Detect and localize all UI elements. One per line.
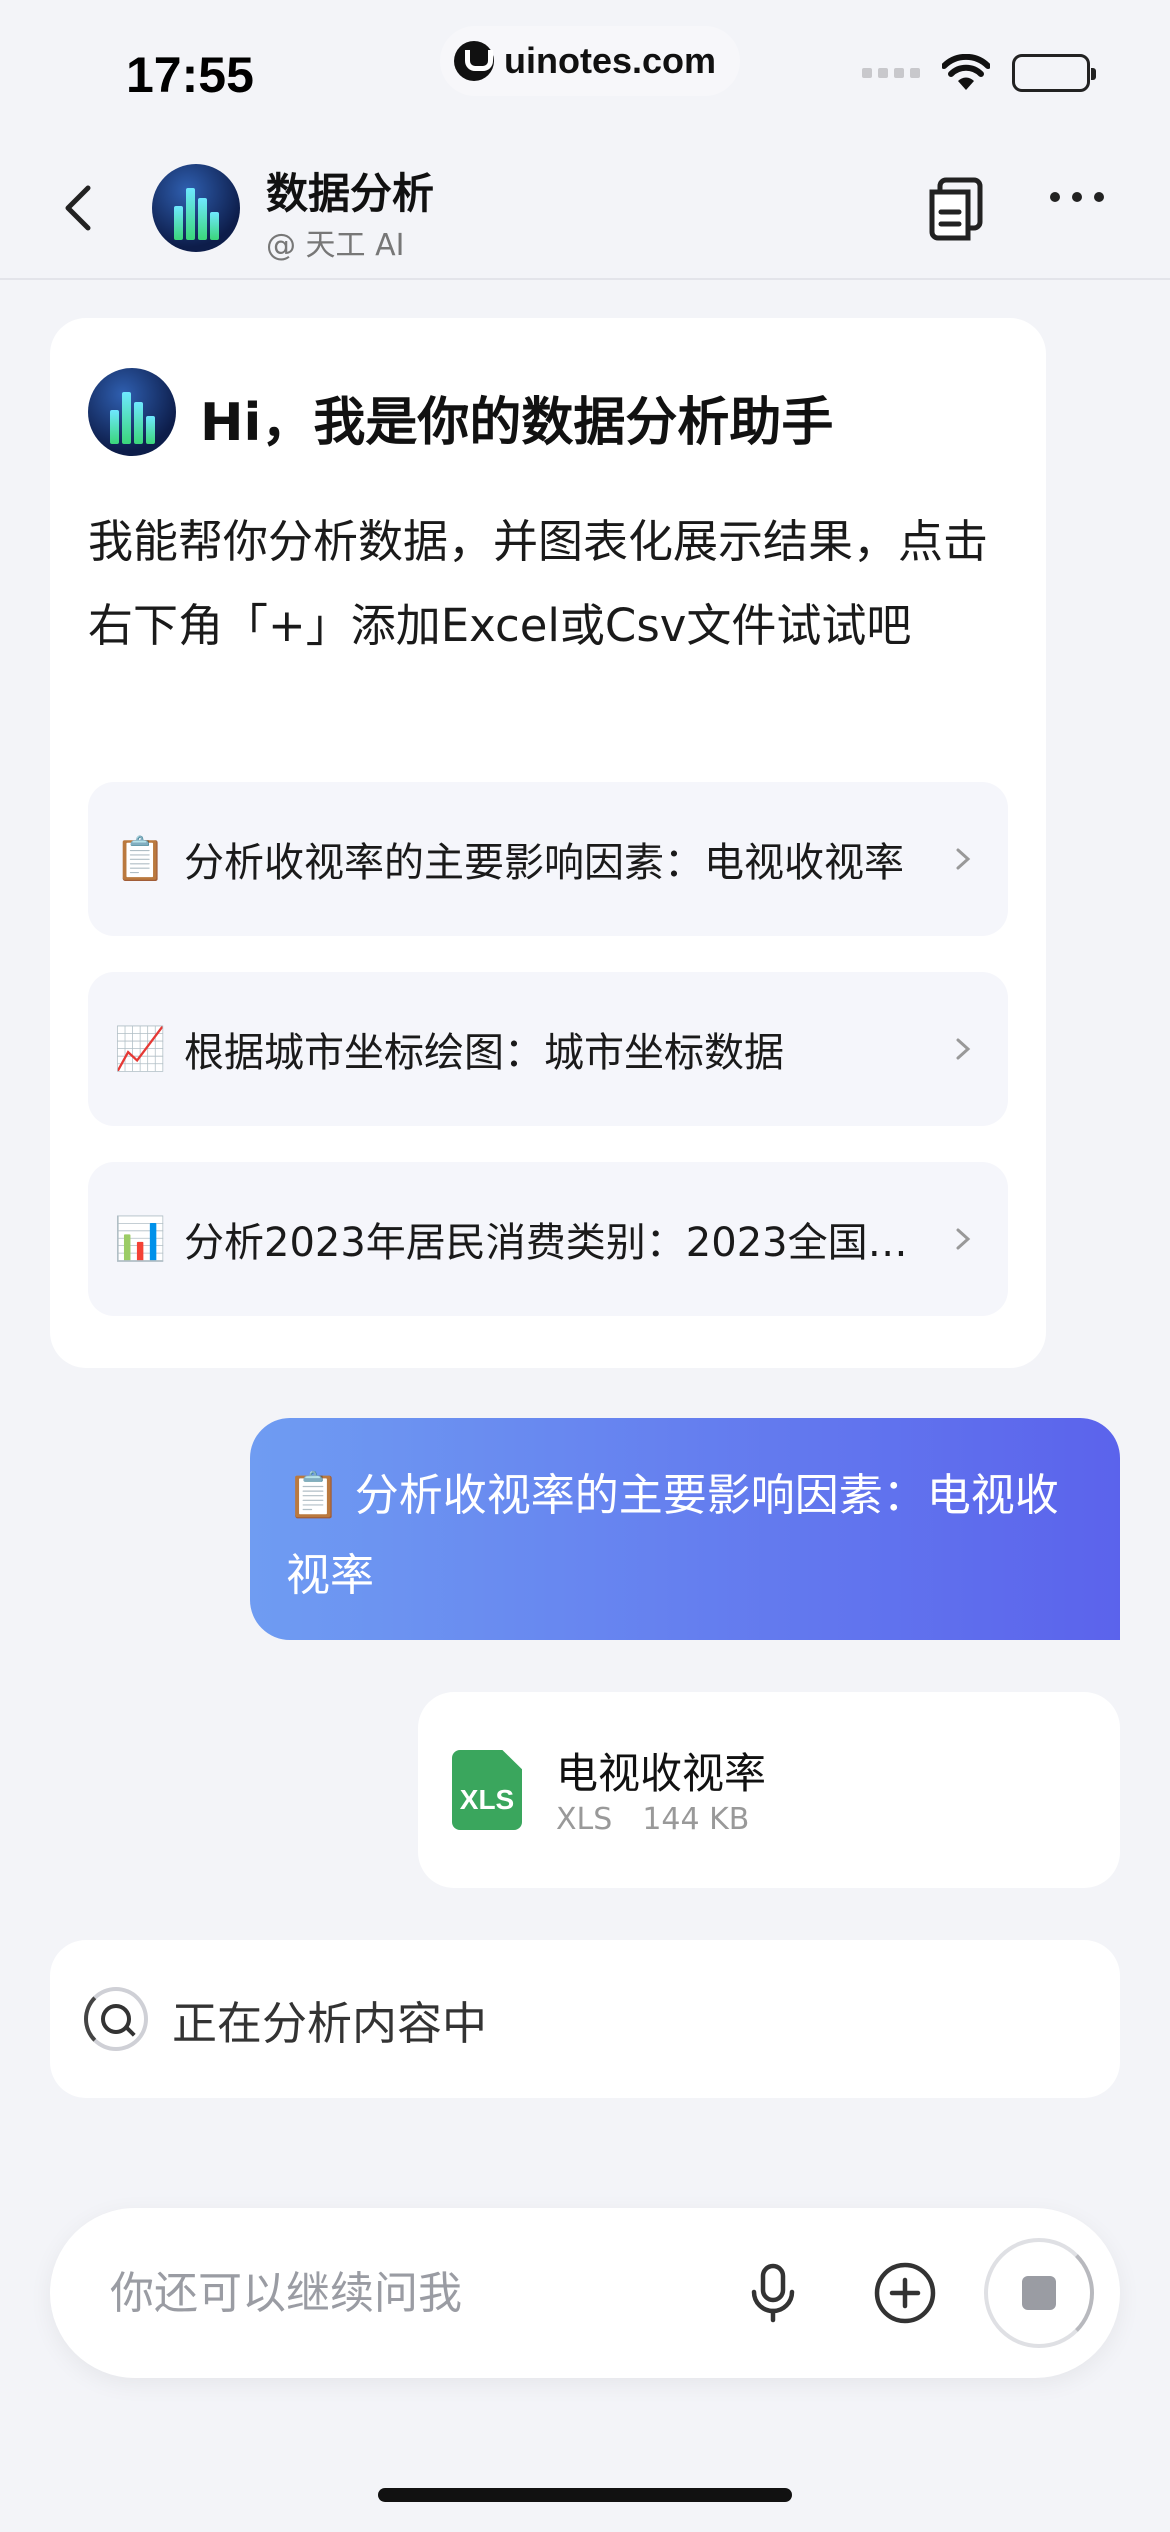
chevron-right-icon xyxy=(956,1038,971,1060)
chat-input-bar xyxy=(50,2208,1120,2378)
battery-icon xyxy=(1012,54,1096,92)
welcome-description: 我能帮你分析数据，并图表化展示结果，点击右下角「+」添加Excel或Csv文件试… xyxy=(88,515,989,652)
analyzing-text: 正在分析内容中 xyxy=(172,1996,488,2050)
assistant-avatar xyxy=(88,368,176,456)
site-logo-icon xyxy=(454,41,494,81)
status-bar: 17:55 uinotes.com xyxy=(0,0,1170,140)
url-pill: uinotes.com xyxy=(440,26,741,96)
microphone-icon[interactable] xyxy=(740,2260,806,2326)
file-name: 电视收视率 xyxy=(556,1749,767,1798)
file-type: XLS xyxy=(556,1802,613,1837)
wifi-icon xyxy=(942,54,990,90)
user-message-bubble[interactable]: 📋 分析收视率的主要影响因素：电视收视率 xyxy=(250,1418,1120,1640)
more-options-icon[interactable] xyxy=(1050,192,1104,202)
bar-chart-icon: 📊 xyxy=(114,1214,167,1263)
chevron-right-icon xyxy=(956,1228,971,1250)
chevron-right-icon xyxy=(956,848,971,870)
file-size: 144 KB xyxy=(642,1802,750,1837)
suggestion-text: 根据城市坐标绘图：城市坐标数据 xyxy=(184,1030,784,1076)
status-icons xyxy=(862,54,1096,92)
header-title: 数据分析 xyxy=(266,169,435,218)
suggestion-item[interactable]: 📋 分析收视率的主要影响因素：电视收视率 xyxy=(88,782,1008,936)
search-loading-icon xyxy=(84,1987,148,2051)
suggestion-item[interactable]: 📈 根据城市坐标绘图：城市坐标数据 xyxy=(88,972,1008,1126)
xls-file-icon: XLS xyxy=(452,1750,522,1830)
chat-header: 数据分析 @ 天工 AI xyxy=(0,140,1170,280)
documents-icon[interactable] xyxy=(926,176,986,242)
suggestion-text: 分析2023年居民消费类别：2023全国居民消费 xyxy=(184,1220,928,1266)
bot-avatar[interactable] xyxy=(152,164,240,252)
back-button[interactable] xyxy=(50,178,110,238)
add-file-icon[interactable] xyxy=(872,2260,938,2326)
clipboard-icon: 📋 xyxy=(286,1470,341,1521)
welcome-card: Hi，我是你的数据分析助手 我能帮你分析数据，并图表化展示结果，点击右下角「+」… xyxy=(50,318,1046,1368)
file-attachment-card[interactable]: XLS 电视收视率 XLS 144 KB xyxy=(418,1692,1120,1888)
url-text: uinotes.com xyxy=(504,40,717,81)
suggestion-text: 分析收视率的主要影响因素：电视收视率 xyxy=(184,840,904,886)
user-message-text: 分析收视率的主要影响因素：电视收视率 xyxy=(286,1470,1059,1601)
status-time: 17:55 xyxy=(126,47,254,103)
chart-increasing-icon: 📈 xyxy=(114,1024,167,1073)
chat-input[interactable] xyxy=(110,2258,710,2328)
welcome-title: Hi，我是你的数据分析助手 xyxy=(200,393,834,453)
suggestion-item[interactable]: 📊 分析2023年居民消费类别：2023全国居民消费 xyxy=(88,1162,1008,1316)
stop-icon xyxy=(1022,2276,1056,2310)
stop-generation-button[interactable] xyxy=(984,2238,1094,2348)
cellular-signal-icon xyxy=(862,68,920,78)
file-meta: XLS 144 KB xyxy=(556,1802,749,1837)
clipboard-icon: 📋 xyxy=(114,834,167,883)
header-subtitle: @ 天工 AI xyxy=(266,228,405,263)
home-indicator[interactable] xyxy=(378,2488,792,2502)
analyzing-status: 正在分析内容中 xyxy=(50,1940,1120,2098)
